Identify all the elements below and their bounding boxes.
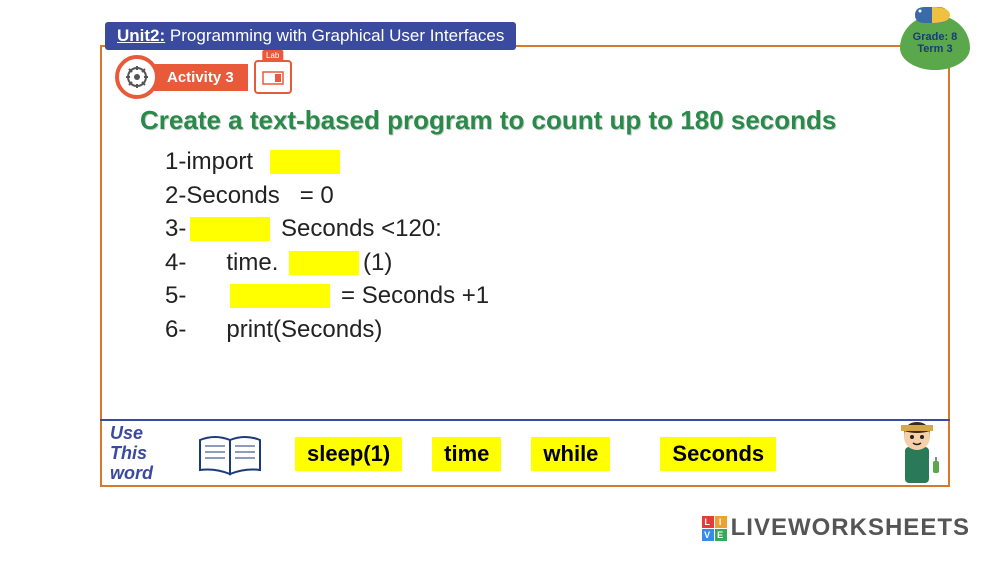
character-icon — [889, 417, 945, 487]
python-badge: Grade: 8 Term 3 — [900, 15, 970, 70]
unit-title: Programming with Graphical User Interfac… — [170, 26, 504, 45]
code-line-2: 2-Seconds = 0 — [165, 179, 489, 213]
word-seconds[interactable]: Seconds — [660, 437, 776, 471]
code-line-6: 6- print(Seconds) — [165, 313, 489, 347]
code-block: 1-import 2-Seconds = 0 3- Seconds <120: … — [165, 145, 489, 347]
activity-label: Activity 3 — [149, 64, 248, 91]
book-icon — [195, 430, 265, 478]
unit-header: Unit2: Programming with Graphical User I… — [105, 22, 516, 50]
blank-3[interactable] — [289, 251, 359, 275]
word-time[interactable]: time — [432, 437, 501, 471]
task-title: Create a text-based program to count up … — [140, 105, 980, 136]
code-line-3: 3- Seconds <120: — [165, 212, 489, 246]
blank-2[interactable] — [190, 217, 270, 241]
blank-1[interactable] — [270, 150, 340, 174]
code-line-4: 4- time. (1) — [165, 246, 489, 280]
unit-label: Unit2: — [117, 26, 165, 45]
word-sleep[interactable]: sleep(1) — [295, 437, 402, 471]
watermark-logo-icon: L I V E — [702, 516, 727, 541]
word-bank-label: Use This word — [110, 424, 165, 483]
watermark: L I V E LIVEWORKSHEETS — [702, 514, 970, 542]
word-bank: Use This word sleep(1) time while Second… — [100, 419, 950, 487]
term-text: Term 3 — [917, 43, 952, 55]
code-line-1: 1-import — [165, 145, 489, 179]
blank-4[interactable] — [230, 284, 330, 308]
lab-icon: Lab — [254, 60, 292, 94]
lab-tag: Lab — [262, 50, 283, 61]
word-while[interactable]: while — [531, 437, 610, 471]
gear-icon — [115, 55, 159, 99]
watermark-text: LIVEWORKSHEETS — [731, 514, 970, 542]
grade-text: Grade: 8 — [913, 31, 958, 43]
activity-badge: Activity 3 Lab — [115, 55, 292, 99]
code-line-5: 5- = Seconds +1 — [165, 279, 489, 313]
python-icon — [910, 5, 955, 25]
